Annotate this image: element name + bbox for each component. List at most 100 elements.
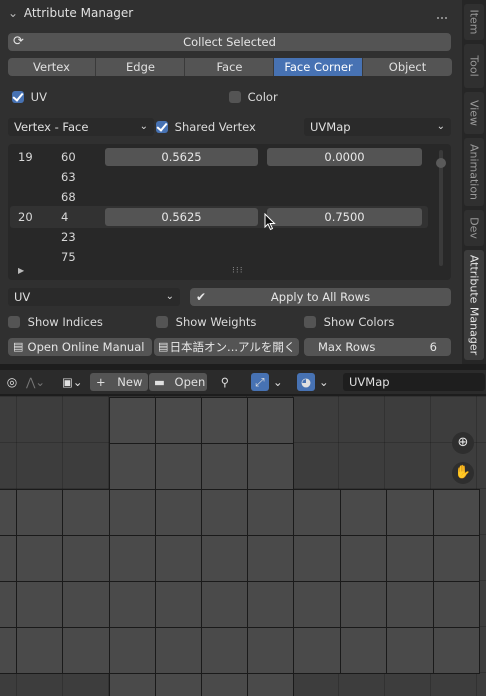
- manual-jp-label: 日本語オン...アルを開く: [169, 340, 296, 354]
- show-weights-label: Show Weights: [175, 315, 257, 329]
- uvmap-name: UVMap: [349, 375, 390, 389]
- uv-checkbox-icon[interactable]: [12, 91, 24, 103]
- chevron-down-icon[interactable]: ⌄: [319, 373, 333, 391]
- book-icon: ▤: [158, 340, 169, 353]
- uv-face: [247, 443, 294, 490]
- u-value-field[interactable]: 0.5625: [105, 208, 258, 226]
- max-rows-value: 6: [429, 340, 437, 354]
- image-icon[interactable]: ▣⌄: [62, 373, 88, 391]
- domain-object[interactable]: Object: [362, 58, 452, 76]
- overlay-icon[interactable]: ◕: [297, 373, 315, 391]
- row-subindex: 4: [61, 210, 69, 224]
- mode-dropdown[interactable]: Vertex - Face ⌄: [8, 118, 154, 136]
- tab-item[interactable]: Item: [464, 4, 484, 40]
- domain-face[interactable]: Face: [184, 58, 274, 76]
- uvmap-name-field[interactable]: UVMap: [343, 373, 485, 391]
- uv-viewport[interactable]: ⊕ ✋: [0, 396, 486, 696]
- tab-dev[interactable]: Dev: [464, 210, 484, 246]
- hand-icon[interactable]: ✋: [452, 462, 474, 484]
- shared-vertex-toggle[interactable]: Shared Vertex: [156, 119, 256, 135]
- uv-face: [247, 397, 294, 444]
- show-colors-checkbox-icon[interactable]: [304, 316, 316, 328]
- show-weights-checkbox-icon[interactable]: [156, 316, 168, 328]
- domain-edge[interactable]: Edge: [95, 58, 185, 76]
- chevron-down-icon: ⌄: [436, 121, 445, 132]
- max-rows-field[interactable]: Max Rows 6: [304, 338, 451, 356]
- uv-face: [201, 443, 248, 490]
- open-label: Open: [174, 375, 206, 389]
- apply-all-rows-button[interactable]: ✔ Apply to All Rows: [190, 288, 451, 306]
- mode-value: Vertex - Face: [14, 120, 89, 134]
- sync-icon[interactable]: ⤢: [251, 373, 269, 391]
- row-index: 20: [18, 210, 33, 224]
- v-value-field[interactable]: 0.0000: [267, 148, 422, 166]
- uv-face: [201, 397, 248, 444]
- show-colors-toggle[interactable]: Show Colors: [304, 314, 394, 330]
- chevron-down-icon[interactable]: ⌄: [273, 373, 287, 391]
- refresh-icon: ⟳: [13, 34, 24, 49]
- collect-selected-label: Collect Selected: [183, 35, 276, 49]
- book-icon: ▤: [13, 340, 24, 353]
- panel-header[interactable]: ⌄ Attribute Manager: [8, 2, 133, 24]
- mode-selector-icon[interactable]: ⋀⌄: [26, 373, 54, 391]
- uv-toggle[interactable]: UV: [12, 89, 47, 105]
- show-indices-toggle[interactable]: Show Indices: [8, 314, 103, 330]
- color-label: Color: [247, 90, 278, 104]
- v-value-field[interactable]: 0.7500: [267, 208, 422, 226]
- domain-vertex[interactable]: Vertex: [8, 58, 95, 76]
- open-manual-jp-button[interactable]: ▤ 日本語オン...アルを開く: [154, 338, 299, 356]
- tab-animation[interactable]: Animation: [464, 138, 484, 206]
- editor-type-icon[interactable]: ◎: [4, 373, 20, 391]
- panel-title: Attribute Manager: [23, 6, 134, 20]
- row-subindex: 75: [61, 250, 76, 264]
- max-rows-label: Max Rows: [318, 340, 376, 354]
- attribute-list: 19 60 0.5625 0.0000 63 68 20 4 0.5625 0.…: [8, 144, 451, 280]
- uvmap-dropdown[interactable]: UVMap ⌄: [304, 118, 451, 136]
- resize-grip-icon[interactable]: ⁝⁝⁝: [232, 266, 244, 276]
- uv-face: [109, 397, 156, 444]
- tab-attribute-manager[interactable]: Attribute Manager: [464, 250, 484, 360]
- open-manual-button[interactable]: ▤ Open Online Manual: [8, 338, 152, 356]
- uv-editor-toolbar: ◎ ⋀⌄ ▣⌄ + New ▬ Open ⚲ ⤢ ⌄ ◕ ⌄ UVMap: [0, 370, 486, 394]
- open-image-button[interactable]: ▬ Open: [149, 373, 207, 391]
- sidebar-tabs: Item Tool View Animation Dev Attribute M…: [462, 0, 486, 364]
- row-subindex: 68: [61, 190, 76, 204]
- chevron-down-icon: ⌄: [165, 291, 174, 302]
- list-scrollbar[interactable]: [436, 150, 446, 266]
- uv-face: [109, 443, 156, 490]
- tab-view[interactable]: View: [464, 92, 484, 134]
- uv-label: UV: [30, 90, 47, 104]
- color-checkbox-icon[interactable]: [229, 91, 241, 103]
- shared-vertex-label: Shared Vertex: [174, 120, 256, 134]
- show-colors-label: Show Colors: [323, 315, 395, 329]
- target-value: UV: [14, 290, 31, 304]
- new-label: New: [117, 375, 143, 389]
- row-subindex: 23: [61, 230, 76, 244]
- expand-triangle-icon[interactable]: ▶: [18, 266, 24, 275]
- manual-label: Open Online Manual: [27, 340, 145, 354]
- attribute-manager-panel: ⌄ Attribute Manager ⟳ Collect Selected V…: [0, 0, 462, 364]
- mouse-cursor-icon: [264, 213, 276, 231]
- row-subindex: 63: [61, 170, 76, 184]
- zoom-icon[interactable]: ⊕: [452, 432, 474, 454]
- uv-face: [155, 443, 202, 490]
- row-index: 19: [18, 150, 33, 164]
- collect-selected-button[interactable]: ⟳ Collect Selected: [8, 33, 451, 51]
- show-weights-toggle[interactable]: Show Weights: [156, 314, 256, 330]
- tab-tool[interactable]: Tool: [464, 44, 484, 88]
- pin-icon[interactable]: ⚲: [217, 373, 233, 391]
- chevron-down-icon: ⌄: [139, 121, 148, 132]
- shared-vertex-checkbox-icon[interactable]: [156, 121, 168, 133]
- show-indices-checkbox-icon[interactable]: [8, 316, 20, 328]
- plus-icon: +: [96, 375, 106, 389]
- new-image-button[interactable]: + New: [90, 373, 148, 391]
- check-icon: ✔: [196, 290, 207, 304]
- color-toggle[interactable]: Color: [229, 89, 278, 105]
- apply-label: Apply to All Rows: [270, 290, 371, 304]
- drag-grip-icon[interactable]: [436, 8, 450, 19]
- target-dropdown[interactable]: UV ⌄: [8, 288, 180, 306]
- u-value-field[interactable]: 0.5625: [105, 148, 258, 166]
- chevron-down-icon[interactable]: ⌄: [8, 2, 20, 24]
- domain-face-corner[interactable]: Face Corner: [273, 58, 363, 76]
- show-indices-label: Show Indices: [27, 315, 103, 329]
